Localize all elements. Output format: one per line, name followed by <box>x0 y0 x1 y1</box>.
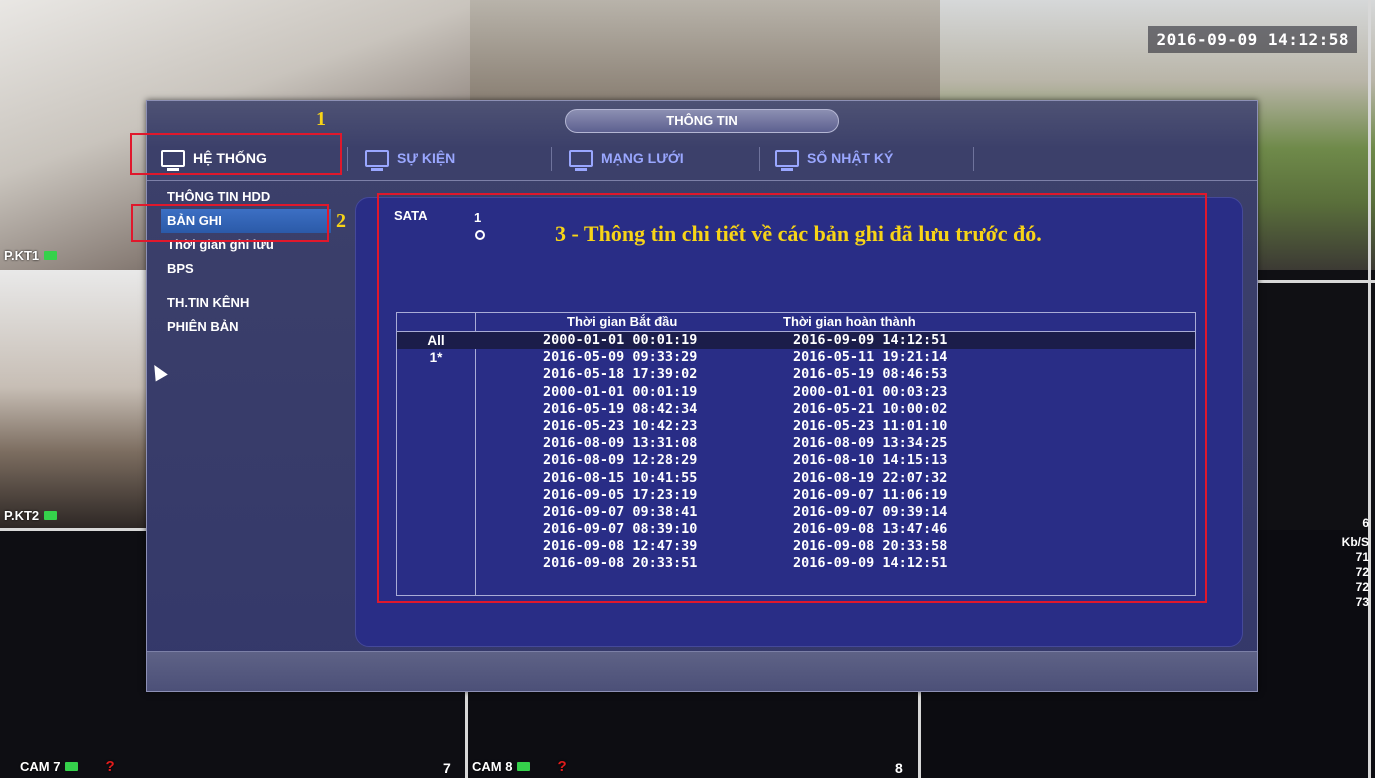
dialog-title: THÔNG TIN <box>565 109 839 133</box>
camera-label: P.KT2 <box>4 508 58 523</box>
camera-label: CAM 8 ? <box>472 758 567 775</box>
camera-feed-4 <box>0 270 160 530</box>
alarm-question-icon: ? <box>105 758 115 775</box>
stats-header: Kb/S <box>1341 535 1369 549</box>
sidebar-menu: THÔNG TIN HDD BẢN GHI Thời gian ghi lưu … <box>147 181 345 693</box>
annotation-step-1: 1 <box>316 108 326 130</box>
tab-network[interactable]: MẠNG LƯỚI <box>555 139 755 177</box>
dialog-footer <box>147 651 1257 691</box>
grid-divider <box>465 690 468 778</box>
tab-label: SỔ NHẬT KÝ <box>807 150 894 166</box>
tab-separator <box>759 147 760 171</box>
sidebar-item-bps[interactable]: BPS <box>161 257 331 281</box>
tab-event[interactable]: SỰ KIỆN <box>351 139 547 177</box>
recording-icon <box>44 251 58 260</box>
tab-separator <box>973 147 974 171</box>
tab-separator <box>551 147 552 171</box>
stats-value: 72 <box>1355 565 1369 579</box>
grid-divider <box>0 528 146 531</box>
stats-value: 71 <box>1355 550 1369 564</box>
log-icon <box>775 149 799 171</box>
bitrate-stats: 6 Kb/S 71 72 72 73 <box>1342 516 1369 610</box>
grid-divider <box>918 690 921 778</box>
camera-name: P.KT2 <box>4 508 40 523</box>
annotation-box-system-tab <box>130 133 342 175</box>
camera-feed-5 <box>1245 270 1375 530</box>
tab-log[interactable]: SỔ NHẬT KÝ <box>761 139 971 177</box>
camera-number: 7 <box>443 760 451 776</box>
camera-label: CAM 7 ? <box>20 758 115 775</box>
annotation-step-3-text: 3 - Thông tin chi tiết về các bản ghi đã… <box>555 221 1042 246</box>
annotation-step-2: 2 <box>336 210 346 232</box>
sidebar-item-channel-info[interactable]: TH.TIN KÊNH <box>161 291 331 315</box>
osd-timestamp: 2016-09-09 14:12:58 <box>1148 26 1357 53</box>
camera-name: P.KT1 <box>4 248 40 263</box>
mouse-cursor-icon <box>148 361 168 382</box>
network-icon <box>569 149 593 171</box>
recording-icon <box>517 762 531 771</box>
camera-name: CAM 7 <box>20 759 61 774</box>
camera-label: P.KT1 <box>4 248 58 263</box>
stats-value: 73 <box>1355 595 1369 609</box>
recording-icon <box>65 762 79 771</box>
stats-value: 72 <box>1355 580 1369 594</box>
tab-label: SỰ KIỆN <box>397 150 456 166</box>
sidebar-item-version[interactable]: PHIÊN BẢN <box>161 315 331 339</box>
annotation-box-records <box>131 204 329 242</box>
tab-label: MẠNG LƯỚI <box>601 150 684 166</box>
alarm-question-icon: ? <box>557 758 567 775</box>
camera-number: 8 <box>895 760 903 776</box>
side-number: 6 <box>1362 516 1369 530</box>
grid-divider <box>1368 0 1371 778</box>
tab-separator <box>347 147 348 171</box>
grid-divider <box>1258 280 1375 283</box>
recording-icon <box>44 511 58 520</box>
event-icon <box>365 149 389 171</box>
annotation-box-table <box>377 193 1207 603</box>
camera-name: CAM 8 <box>472 759 513 774</box>
